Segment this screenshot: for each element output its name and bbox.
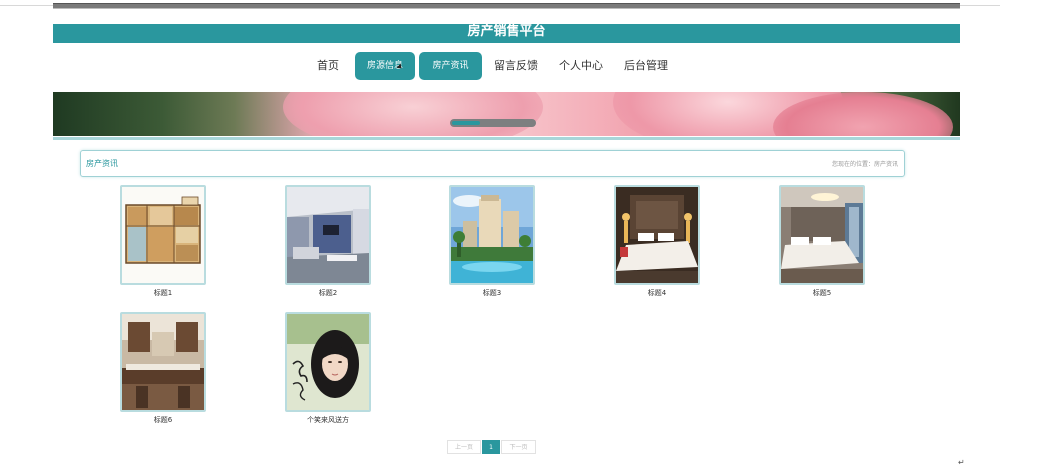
news-card-caption[interactable]: 个笑来风送方 bbox=[285, 415, 371, 425]
prev-page-button[interactable]: 上一页 bbox=[447, 440, 481, 454]
banner-slider-indicator[interactable] bbox=[450, 119, 536, 127]
document-top-bar bbox=[53, 3, 960, 9]
main-nav: 首页 房源信息 房产资讯 留言反馈 个人中心 后台管理 bbox=[53, 52, 960, 82]
apartment-buildings-image[interactable] bbox=[449, 185, 535, 285]
news-card-caption[interactable]: 标题5 bbox=[779, 288, 865, 298]
banner-slider-active bbox=[452, 121, 480, 125]
news-card[interactable]: 标题5 bbox=[779, 185, 865, 298]
news-card[interactable]: 个笑来风送方 bbox=[285, 312, 371, 425]
nav-item-feedback[interactable]: 留言反馈 bbox=[490, 52, 542, 80]
nav-item-personal-center[interactable]: 个人中心 bbox=[553, 52, 609, 80]
news-card-caption[interactable]: 标题4 bbox=[614, 288, 700, 298]
news-card[interactable]: 标题4 bbox=[614, 185, 700, 298]
news-card[interactable]: 标题1 bbox=[120, 185, 206, 298]
banner-divider bbox=[53, 137, 960, 140]
news-card[interactable]: 标题6 bbox=[120, 312, 206, 425]
news-card-caption[interactable]: 标题1 bbox=[120, 288, 206, 298]
portrait-image[interactable] bbox=[285, 312, 371, 412]
bedroom-chandelier-image[interactable] bbox=[779, 185, 865, 285]
living-room-image[interactable] bbox=[285, 185, 371, 285]
banner-decoration bbox=[283, 92, 543, 136]
current-location: 您现在的位置：房产资讯 bbox=[831, 161, 898, 168]
nav-item-news[interactable]: 房产资讯 bbox=[419, 52, 482, 80]
news-card-caption[interactable]: 标题3 bbox=[449, 288, 535, 298]
breadcrumb: 房产资讯 您现在的位置：房产资讯 bbox=[80, 150, 905, 177]
floor-plan-image[interactable] bbox=[120, 185, 206, 285]
hero-banner bbox=[53, 92, 960, 136]
hotel-bedroom-image[interactable] bbox=[614, 185, 700, 285]
section-title: 房产资讯 bbox=[86, 159, 118, 168]
news-card-caption[interactable]: 标题2 bbox=[285, 288, 371, 298]
site-title: 房产销售平台 bbox=[53, 24, 960, 43]
nav-item-home[interactable]: 首页 bbox=[308, 52, 348, 80]
nav-item-listings[interactable]: 房源信息 bbox=[355, 52, 415, 80]
page: 房产销售平台 首页 房源信息 房产资讯 留言反馈 个人中心 后台管理 房产资讯 … bbox=[0, 0, 1057, 475]
next-page-button[interactable]: 下一页 bbox=[501, 440, 536, 454]
kitchen-image[interactable] bbox=[120, 312, 206, 412]
paragraph-mark-icon: ↵ bbox=[958, 458, 965, 467]
nav-item-admin[interactable]: 后台管理 bbox=[618, 52, 674, 80]
news-card[interactable]: 标题3 bbox=[449, 185, 535, 298]
news-card[interactable]: 标题2 bbox=[285, 185, 371, 298]
news-card-caption[interactable]: 标题6 bbox=[120, 415, 206, 425]
page-1-button[interactable]: 1 bbox=[482, 440, 500, 454]
